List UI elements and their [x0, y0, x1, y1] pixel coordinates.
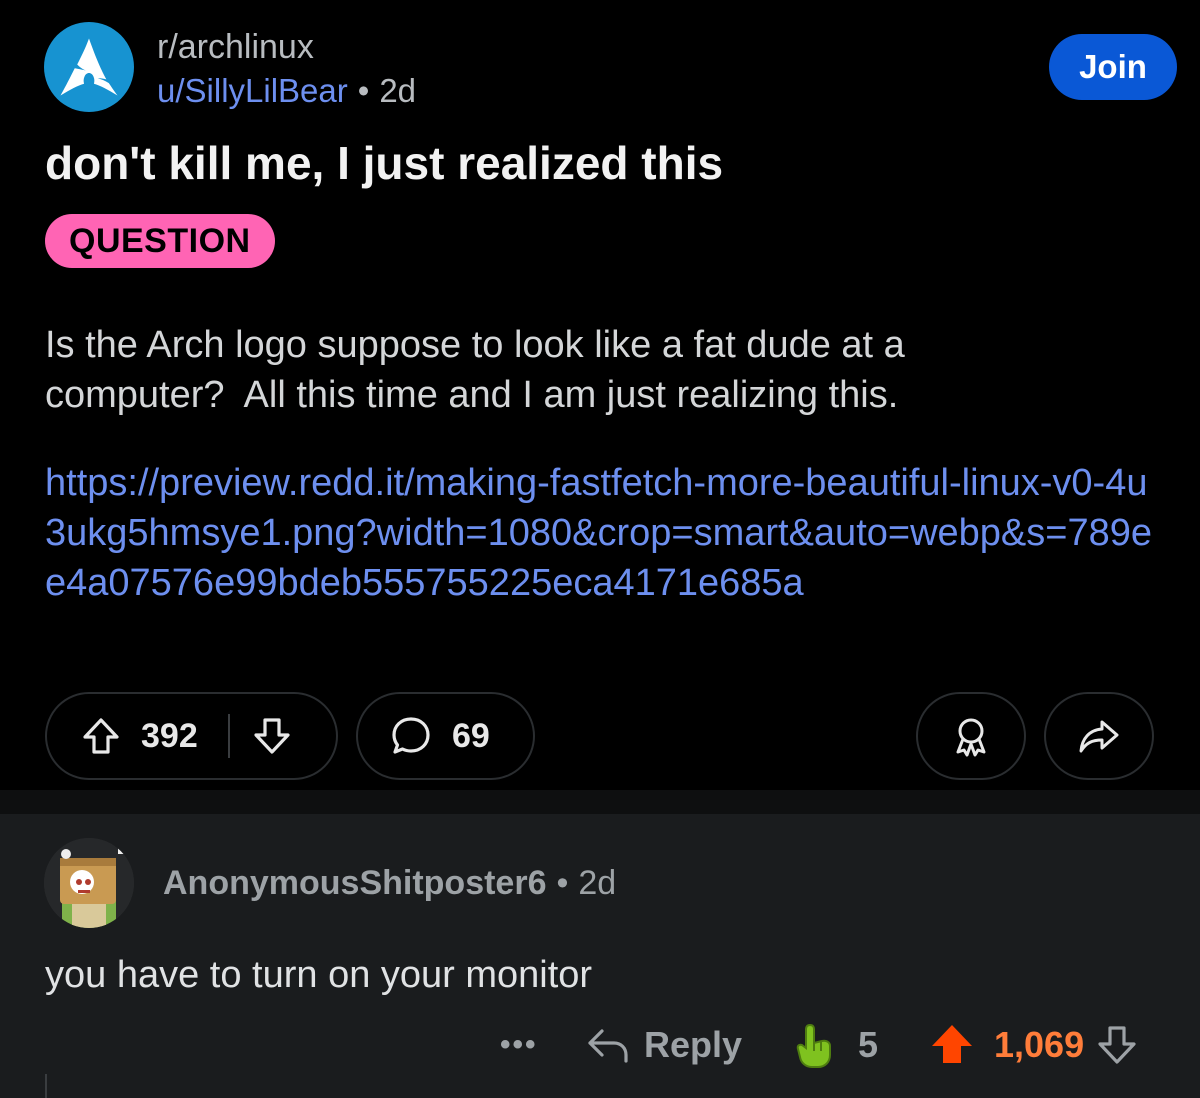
upvote-icon	[83, 718, 119, 754]
comments-button[interactable]: 69	[356, 692, 535, 780]
reply-button[interactable]: Reply	[586, 1020, 742, 1070]
comment-score: 1,069	[994, 1024, 1085, 1065]
post-link[interactable]: https://preview.redd.it/making-fastfetch…	[45, 458, 1155, 608]
award-icon	[956, 718, 986, 757]
section-separator	[0, 790, 1200, 814]
subreddit-name[interactable]: r/archlinux	[157, 28, 314, 67]
post-body: Is the Arch logo suppose to look like a …	[45, 324, 905, 416]
upvote-filled-icon[interactable]	[930, 1023, 974, 1067]
hand-pointing-award-icon	[796, 1023, 831, 1068]
post-title[interactable]: don't kill me, I just realized this	[45, 136, 723, 190]
post-author[interactable]: u/SillyLilBear	[157, 72, 348, 109]
post-card: r/archlinux u/SillyLilBear • 2d Join don't…	[0, 0, 1200, 790]
more-options-button[interactable]: •••	[500, 1020, 538, 1070]
meta-separator: •	[556, 864, 569, 902]
comment-card: AnonymousShitposter6 • 2d you have to turn…	[0, 814, 1200, 1098]
upvote-button[interactable]	[81, 716, 121, 756]
comment-icon	[392, 717, 430, 754]
join-button[interactable]: Join	[1049, 34, 1177, 100]
post-age: 2d	[379, 72, 417, 109]
comment-vote-bar: 1,069	[930, 1020, 1138, 1070]
comment-age: 2d	[578, 864, 617, 902]
reply-icon	[588, 1029, 628, 1063]
thread-line	[45, 1074, 47, 1098]
share-icon	[1079, 720, 1119, 753]
vote-bar: 392	[45, 692, 338, 780]
arch-logo-icon	[60, 38, 118, 96]
subreddit-avatar[interactable]	[44, 22, 134, 112]
vote-count: 392	[141, 716, 198, 755]
share-button[interactable]	[1044, 692, 1154, 780]
post-flair[interactable]: QUESTION	[45, 214, 275, 268]
comment-text: you have to turn on your monitor	[45, 954, 593, 996]
comment-meta: AnonymousShitposter6 • 2d	[163, 864, 616, 903]
comment-count: 69	[452, 716, 490, 755]
award-button[interactable]	[916, 692, 1026, 780]
award-count: 5	[858, 1024, 879, 1065]
avatar[interactable]	[44, 838, 134, 928]
comment-author[interactable]: AnonymousShitposter6	[163, 864, 546, 902]
meta-separator: •	[357, 72, 370, 109]
downvote-icon	[254, 718, 290, 754]
comment-award[interactable]: 5	[792, 1020, 878, 1070]
vote-divider	[227, 714, 230, 758]
snoo-avatar-icon	[44, 838, 134, 928]
reply-label: Reply	[644, 1024, 743, 1065]
post-meta: u/SillyLilBear • 2d	[157, 72, 416, 110]
downvote-icon[interactable]	[1096, 1024, 1138, 1066]
downvote-button[interactable]	[252, 716, 292, 756]
